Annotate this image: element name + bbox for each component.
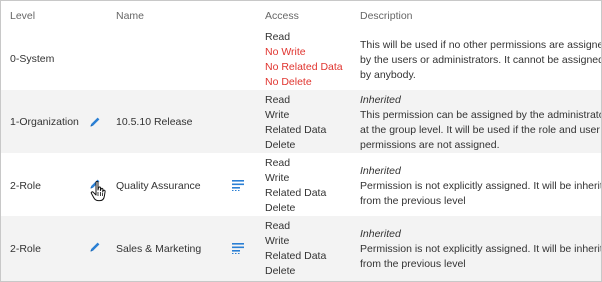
list-details-icon[interactable]: [231, 242, 245, 254]
column-header-name[interactable]: Name: [116, 10, 144, 22]
access-list: Read No Write No Related Data No Delete: [265, 30, 343, 90]
row-description: Inherited Permission is not explicitly a…: [360, 227, 601, 272]
description-title: Inherited: [360, 94, 401, 106]
description-line: from the previous level: [360, 195, 466, 207]
access-item: Write: [265, 109, 290, 121]
access-list: Read Write Related Data Delete: [265, 93, 326, 153]
access-item: Related Data: [265, 124, 327, 136]
access-item: No Delete: [265, 76, 312, 88]
access-item: Related Data: [265, 250, 327, 262]
description-line: Permission is not explicitly assigned. I…: [360, 243, 601, 255]
access-list: Read Write Related Data Delete: [265, 156, 326, 216]
access-list: Read Write Related Data Delete: [265, 219, 326, 279]
access-item: Delete: [265, 202, 296, 214]
row-name: Sales & Marketing: [116, 243, 202, 255]
description-line: This permission can be assigned by the a…: [360, 109, 601, 121]
row-description: Inherited Permission is not explicitly a…: [360, 164, 601, 209]
row-level: 1-Organization: [10, 116, 79, 128]
table-row: 0-System Read No Write No Related Data N…: [1, 29, 601, 90]
row-description: This will be used if no other permission…: [360, 38, 601, 83]
description-line: permissions are not assigned.: [360, 139, 500, 151]
access-item: Read: [265, 220, 291, 232]
permissions-table: Level Name Access Description 0-System R…: [0, 0, 602, 282]
description-line: from the previous level: [360, 258, 466, 270]
description-line: This will be used if no other permission…: [360, 39, 601, 51]
pencil-icon[interactable]: [89, 241, 101, 253]
hand-pointer-cursor-icon: [89, 180, 109, 204]
pencil-icon[interactable]: [89, 116, 101, 128]
access-item: Related Data: [265, 187, 327, 199]
description-title: Inherited: [360, 165, 401, 177]
row-description: Inherited This permission can be assigne…: [360, 93, 601, 153]
description-line: by the users or administrators. It canno…: [360, 54, 601, 66]
access-item: Read: [265, 31, 291, 43]
access-item: Read: [265, 94, 291, 106]
description-title: Inherited: [360, 228, 401, 240]
row-level: 2-Role: [10, 243, 41, 255]
row-level: 0-System: [10, 53, 55, 65]
table-header: Level Name Access Description: [1, 1, 601, 29]
access-item: No Related Data: [265, 61, 343, 73]
access-item: Delete: [265, 265, 296, 277]
description-line: at the group level. It will be used if t…: [360, 124, 600, 136]
access-item: Delete: [265, 139, 296, 151]
description-line: Permission is not explicitly assigned. I…: [360, 180, 601, 192]
row-name: 10.5.10 Release: [116, 116, 193, 128]
table-row: 2-Role Sales & Marketing Read Write Rela…: [1, 216, 601, 281]
description-line: by anybody.: [360, 69, 416, 81]
list-details-icon[interactable]: [231, 179, 245, 191]
access-item: Read: [265, 157, 291, 169]
access-item: Write: [265, 172, 290, 184]
column-header-level[interactable]: Level: [10, 10, 35, 22]
row-level: 2-Role: [10, 180, 41, 192]
access-item: No Write: [265, 46, 306, 58]
column-header-access[interactable]: Access: [265, 10, 299, 22]
column-header-description[interactable]: Description: [360, 10, 413, 22]
table-row: 1-Organization 10.5.10 Release Read Writ…: [1, 90, 601, 153]
access-item: Write: [265, 235, 290, 247]
row-name: Quality Assurance: [116, 180, 201, 192]
